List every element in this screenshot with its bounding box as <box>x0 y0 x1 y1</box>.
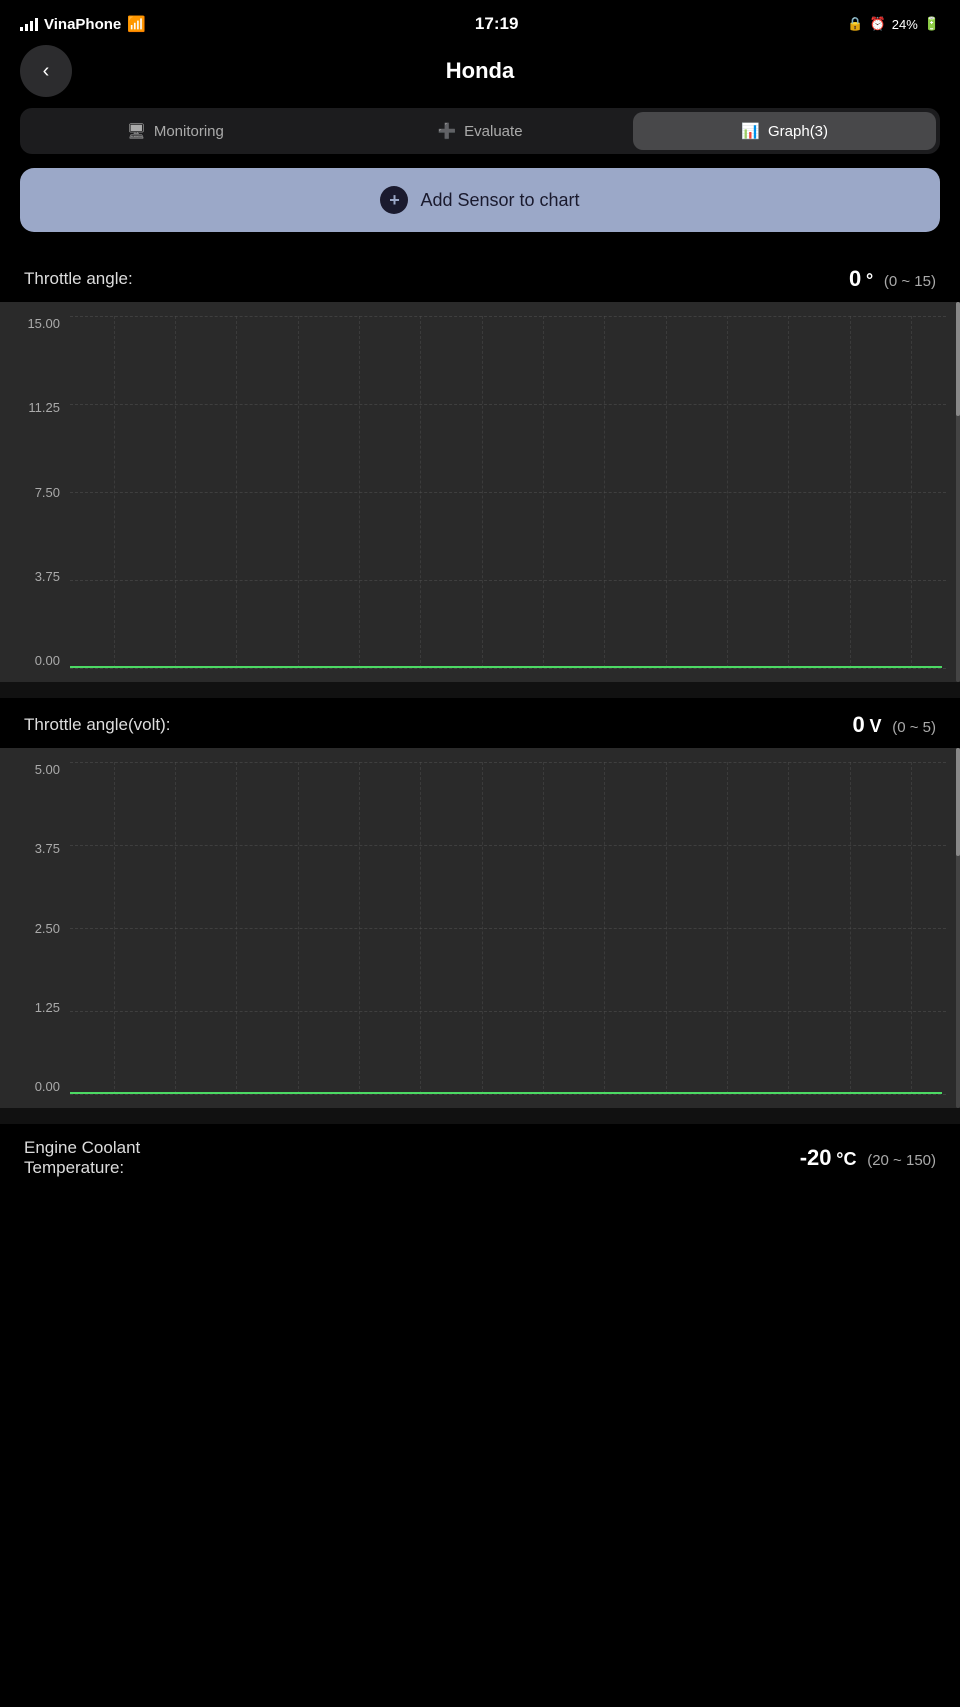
tab-evaluate[interactable]: ➕ Evaluate <box>329 112 632 150</box>
header: ‹ Honda <box>0 44 960 98</box>
sensor-header-engine-coolant: Engine CoolantTemperature: -20 °C (20 ~ … <box>0 1124 960 1188</box>
alarm-icon: ⏰ <box>870 16 886 32</box>
chart-y-labels-1: 5.00 3.75 2.50 1.25 0.00 <box>0 748 70 1108</box>
sensor-value-engine-coolant: -20 °C (20 ~ 150) <box>800 1145 936 1171</box>
scrollbar-thumb-0 <box>956 302 960 416</box>
sensor-name-throttle-angle: Throttle angle: <box>24 269 133 289</box>
status-time: 17:19 <box>475 14 518 34</box>
sensor-value-throttle-angle: 0 ° (0 ~ 15) <box>849 266 936 292</box>
y-label-1-0: 5.00 <box>0 762 60 777</box>
sensor-header-throttle-volt: Throttle angle(volt): 0 V (0 ~ 5) <box>0 698 960 748</box>
chart-y-labels-0: 15.00 11.25 7.50 3.75 0.00 <box>0 302 70 682</box>
sensor-val-unit-0: ° <box>866 270 873 290</box>
chart-throttle-angle: 15.00 11.25 7.50 3.75 0.00 <box>0 302 960 682</box>
tab-graph-label: Graph(3) <box>768 123 828 140</box>
y-label-1-4: 0.00 <box>0 1079 60 1094</box>
sensor-value-throttle-volt: 0 V (0 ~ 5) <box>852 712 936 738</box>
tab-evaluate-label: Evaluate <box>464 123 522 140</box>
y-label-0-4: 0.00 <box>0 653 60 668</box>
y-label-0-2: 7.50 <box>0 485 60 500</box>
back-chevron-icon: ‹ <box>43 60 50 83</box>
sensor-val-range-0: (0 ~ 15) <box>884 273 936 290</box>
status-left: VinaPhone 📶 <box>20 15 146 33</box>
chart-divider-2 <box>0 1108 960 1124</box>
sensor-val-range-2: (20 ~ 150) <box>867 1152 936 1169</box>
chart-line-1 <box>70 1092 942 1094</box>
sensor-block-engine-coolant: Engine CoolantTemperature: -20 °C (20 ~ … <box>0 1124 960 1188</box>
lock-icon: 🔒 <box>847 16 863 32</box>
status-bar: VinaPhone 📶 17:19 🔒 ⏰ 24% 🔋 <box>0 0 960 44</box>
scrollbar-thumb-1 <box>956 748 960 856</box>
chart-grid-1 <box>70 762 946 1094</box>
scrollbar-1[interactable] <box>956 748 960 1108</box>
carrier-name: VinaPhone <box>44 16 121 33</box>
chart-grid-0 <box>70 316 946 668</box>
y-label-0-3: 3.75 <box>0 569 60 584</box>
sensor-header-throttle-angle: Throttle angle: 0 ° (0 ~ 15) <box>0 252 960 302</box>
chart-line-0 <box>70 666 942 668</box>
add-sensor-plus-icon: + <box>380 186 408 214</box>
y-label-0-0: 15.00 <box>0 316 60 331</box>
y-label-1-2: 2.50 <box>0 921 60 936</box>
y-label-1-3: 1.25 <box>0 1000 60 1015</box>
tab-monitoring-label: Monitoring <box>154 123 224 140</box>
battery-icon: 🔋 <box>924 16 940 32</box>
tab-monitoring[interactable]: 🖥 Monitoring <box>24 112 327 150</box>
monitor-icon: 🖥 <box>127 122 146 140</box>
sensor-val-unit-1: V <box>869 716 881 736</box>
sensor-val-range-1: (0 ~ 5) <box>892 719 936 736</box>
wifi-icon: 📶 <box>127 15 146 33</box>
sensor-name-engine-coolant: Engine CoolantTemperature: <box>24 1138 140 1178</box>
add-sensor-button[interactable]: + Add Sensor to chart <box>20 168 940 232</box>
page-title: Honda <box>446 58 514 84</box>
tab-graph[interactable]: 📊 Graph(3) <box>633 112 936 150</box>
scrollbar-0[interactable] <box>956 302 960 682</box>
chart-divider-1 <box>0 682 960 698</box>
sensor-block-throttle-angle: Throttle angle: 0 ° (0 ~ 15) 15.00 11.25… <box>0 252 960 682</box>
sensor-block-throttle-volt: Throttle angle(volt): 0 V (0 ~ 5) 5.00 3… <box>0 698 960 1108</box>
sensor-val-unit-2: °C <box>836 1149 856 1169</box>
tabs-container: 🖥 Monitoring ➕ Evaluate 📊 Graph(3) <box>20 108 940 154</box>
chart-throttle-volt: 5.00 3.75 2.50 1.25 0.00 <box>0 748 960 1108</box>
y-label-1-1: 3.75 <box>0 841 60 856</box>
signal-bars-icon <box>20 17 38 31</box>
add-sensor-label: Add Sensor to chart <box>420 190 579 211</box>
back-button[interactable]: ‹ <box>20 45 72 97</box>
battery-percent: 24% <box>892 17 918 32</box>
sensor-val-number-0: 0 <box>849 266 861 291</box>
y-label-0-1: 11.25 <box>0 400 60 415</box>
sensor-val-number-1: 0 <box>852 712 864 737</box>
status-right: 🔒 ⏰ 24% 🔋 <box>847 16 940 32</box>
sensor-val-number-2: -20 <box>800 1145 832 1170</box>
sensor-name-throttle-volt: Throttle angle(volt): <box>24 715 170 735</box>
bar-chart-icon: 📊 <box>741 122 760 140</box>
plus-square-icon: ➕ <box>437 122 456 140</box>
